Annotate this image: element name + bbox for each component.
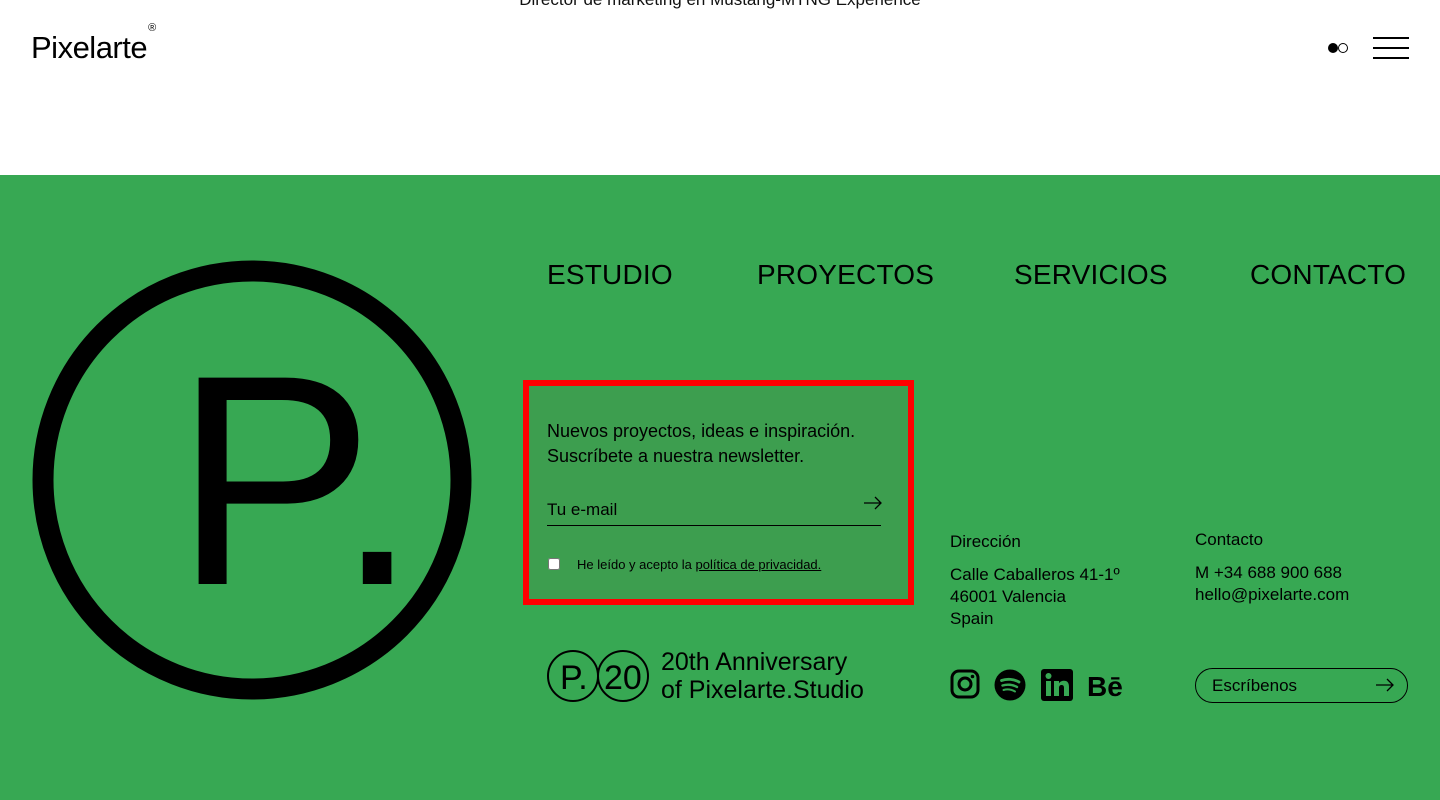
- logo-text: Pixelarte: [31, 30, 148, 65]
- header: Director de marketing en Mustang-MTNG Ex…: [0, 0, 1440, 175]
- privacy-consent-label: He leído y acepto la política de privaci…: [577, 557, 821, 572]
- anniversary-line-1: 20th Anniversary: [661, 648, 848, 676]
- spotify-icon[interactable]: [994, 669, 1026, 701]
- behance-icon[interactable]: Bē: [1087, 669, 1125, 701]
- address-title: Dirección: [950, 532, 1021, 551]
- pixelarte-p-logo: P.: [32, 260, 472, 700]
- address-block: Calle Caballeros 41-1º 46001 Valencia Sp…: [950, 564, 1120, 630]
- instagram-icon[interactable]: [950, 669, 980, 699]
- nav-link-estudio[interactable]: ESTUDIO: [547, 259, 673, 291]
- light-dot: [1338, 43, 1348, 53]
- nav-link-proyectos[interactable]: PROYECTOS: [757, 259, 934, 291]
- contact-title: Contacto: [1195, 530, 1264, 549]
- footer: P. ESTUDIO PROYECTOS SERVICIOS CONTACTO …: [0, 175, 1440, 800]
- newsletter-line-2: Suscríbete a nuestra newsletter.: [547, 446, 805, 466]
- nav-link-contacto[interactable]: CONTACTO: [1250, 259, 1406, 291]
- anniversary-badge: P. 20: [547, 650, 649, 702]
- linkedin-icon[interactable]: [1041, 669, 1073, 701]
- privacy-consent-text: He leído y acepto la: [577, 557, 692, 572]
- privacy-checkbox[interactable]: [548, 558, 560, 570]
- anniversary-line-2: of Pixelarte.Studio: [661, 676, 864, 704]
- email-field[interactable]: [547, 495, 881, 526]
- nav-link-servicios[interactable]: SERVICIOS: [1014, 259, 1168, 291]
- submit-arrow-icon[interactable]: [863, 496, 883, 510]
- address-line-2: 46001 Valencia: [950, 587, 1066, 606]
- registered-mark: ®: [148, 21, 156, 34]
- newsletter-text: Nuevos proyectos, ideas e inspiración. S…: [547, 419, 897, 469]
- anniversary-text: 20th Anniversary of Pixelarte.Studio: [661, 648, 864, 704]
- theme-toggle-icon[interactable]: [1328, 42, 1350, 54]
- contact-phone[interactable]: M +34 688 900 688: [1195, 562, 1349, 584]
- address-line-1: Calle Caballeros 41-1º: [950, 565, 1120, 584]
- badge-p: P.: [560, 659, 588, 697]
- write-us-button[interactable]: Escríbenos: [1195, 668, 1408, 703]
- svg-text:Bē: Bē: [1087, 671, 1123, 701]
- write-us-label: Escríbenos: [1212, 675, 1298, 695]
- contact-block: M +34 688 900 688 hello@pixelarte.com: [1195, 562, 1349, 606]
- privacy-policy-link[interactable]: política de privacidad.: [696, 557, 822, 572]
- testimonial-author-role: Director de marketing en Mustang-MTNG Ex…: [0, 0, 1440, 9]
- newsletter-line-1: Nuevos proyectos, ideas e inspiración.: [547, 421, 856, 441]
- badge-20: 20: [604, 659, 642, 697]
- arrow-right-icon: [1376, 678, 1394, 692]
- hamburger-menu-icon[interactable]: [1373, 37, 1409, 61]
- dark-dot: [1328, 43, 1338, 53]
- address-line-3: Spain: [950, 609, 994, 628]
- site-logo[interactable]: Pixelarte®: [31, 22, 156, 66]
- contact-email[interactable]: hello@pixelarte.com: [1195, 584, 1349, 606]
- newsletter-form: Nuevos proyectos, ideas e inspiración. S…: [523, 380, 914, 605]
- big-logo-letter: P.: [174, 312, 419, 648]
